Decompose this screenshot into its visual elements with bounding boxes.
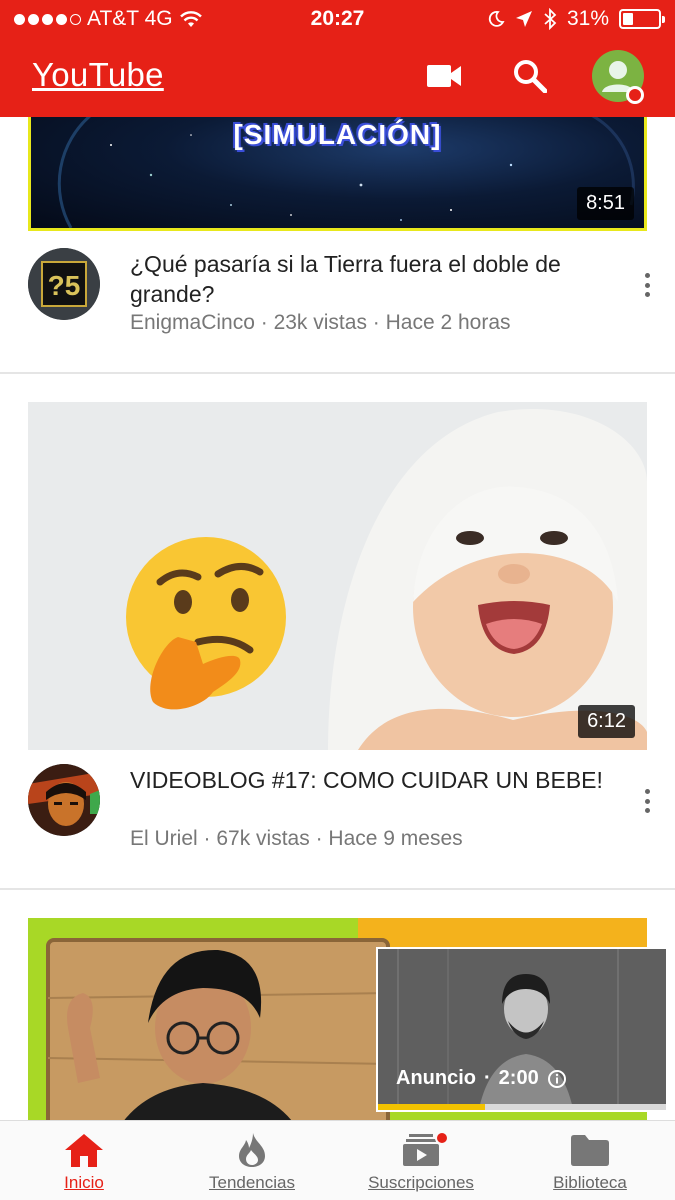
tab-inicio[interactable]: Inicio (0, 1121, 168, 1200)
more-options-button[interactable] (636, 786, 658, 816)
app-header: AT&T 4G 20:27 31% YouTube (0, 0, 675, 117)
video-thumbnail[interactable]: 6:12 (28, 402, 647, 750)
video-meta: El Uriel · 67k vistas · Hace 9 meses (130, 827, 463, 850)
status-right: 31% (487, 7, 665, 31)
tab-label: Biblioteca (553, 1173, 627, 1192)
more-options-button[interactable] (636, 270, 658, 300)
video-duration: 8:51 (577, 187, 634, 220)
divider (0, 372, 675, 374)
notification-dot (626, 86, 644, 104)
battery-percent: 31% (566, 7, 609, 30)
channel-name[interactable]: El Uriel (130, 827, 198, 850)
upload-age: Hace 9 meses (328, 827, 463, 850)
bottom-tab-bar: Inicio Tendencias Suscripciones Bibliote… (0, 1120, 675, 1200)
youtube-logo[interactable]: YouTube (32, 56, 164, 94)
home-icon (63, 1131, 105, 1169)
folder-icon (571, 1131, 609, 1169)
app-bar: YouTube (0, 38, 675, 117)
tab-suscripciones[interactable]: Suscripciones (337, 1121, 505, 1200)
divider (0, 888, 675, 890)
info-icon[interactable] (547, 1069, 567, 1089)
tab-biblioteca[interactable]: Biblioteca (506, 1121, 674, 1200)
subscriptions-icon (403, 1131, 449, 1169)
baby-thumbnail-art (126, 409, 647, 750)
moon-icon (488, 11, 505, 27)
svg-text:?5: ?5 (48, 270, 81, 301)
enigmacinco-logo: ?5 (28, 248, 100, 320)
search-button[interactable] (510, 56, 550, 96)
search-icon (514, 60, 547, 93)
video-meta: EnigmaCinco · 23k vistas · Hace 2 horas (130, 311, 511, 334)
video-info[interactable]: ?5 ¿Qué pasaría si la Tierra fuera el do… (0, 241, 675, 361)
channel-name[interactable]: EnigmaCinco (130, 311, 255, 334)
location-arrow-icon (515, 11, 532, 27)
video-thumbnail[interactable]: [SIMULACIÓN] 8:51 (28, 117, 647, 231)
channel-avatar[interactable] (28, 764, 100, 836)
flame-icon (237, 1131, 267, 1169)
video-duration: 6:12 (578, 705, 635, 738)
youtube-app: AT&T 4G 20:27 31% YouTube [SIMULACIÓN] 8… (0, 0, 675, 1200)
view-count: 67k vistas (216, 827, 310, 850)
video-camera-icon (427, 65, 461, 87)
battery-icon (619, 9, 665, 29)
bluetooth-icon (544, 8, 557, 30)
status-bar: AT&T 4G 20:27 31% (0, 0, 675, 38)
view-count: 23k vistas (273, 311, 367, 334)
subscriptions-notification-dot (435, 1131, 449, 1145)
tab-label: Suscripciones (368, 1173, 474, 1192)
tab-tendencias[interactable]: Tendencias (168, 1121, 336, 1200)
thumbnail-caption: [SIMULACIÓN] (233, 119, 442, 150)
ad-time: 2:00 (498, 1067, 539, 1089)
ad-label: Anuncio · 2:00 (396, 1067, 567, 1090)
video-title[interactable]: ¿Qué pasaría si la Tierra fuera el doble… (130, 249, 630, 309)
tab-label: Inicio (64, 1173, 104, 1192)
video-title[interactable]: VIDEOBLOG #17: COMO CUIDAR UN BEBE! (130, 765, 630, 795)
el-uriel-avatar (28, 764, 100, 836)
video-info[interactable]: VIDEOBLOG #17: COMO CUIDAR UN BEBE! El U… (0, 757, 675, 877)
upload-video-button[interactable] (424, 58, 464, 94)
tab-label: Tendencias (208, 1173, 295, 1192)
ad-text: Anuncio (396, 1067, 476, 1089)
mini-player[interactable]: Anuncio · 2:00 (376, 947, 668, 1112)
channel-avatar[interactable]: ?5 (28, 248, 100, 320)
ad-progress-bar (378, 1104, 666, 1110)
upload-age: Hace 2 horas (385, 311, 511, 334)
ad-progress-fill (378, 1104, 485, 1110)
